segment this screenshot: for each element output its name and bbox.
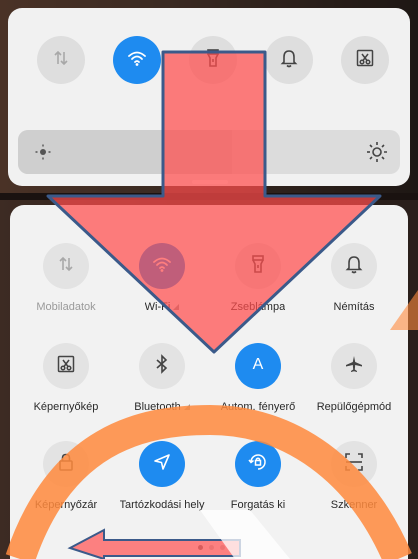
divider xyxy=(0,193,418,200)
wifi-icon xyxy=(152,255,172,278)
expand-indicator-icon xyxy=(183,404,190,410)
tile-button[interactable] xyxy=(139,441,185,487)
quick-settings-expanded: Mobiladatok Wi-Fi Zseblámpa Némítás Képernyő… xyxy=(10,205,408,559)
tile-label: Tartózkodási hely xyxy=(119,499,205,511)
tile-label: Bluetooth xyxy=(134,401,190,413)
tile-label: Autom. fényerő xyxy=(220,401,296,413)
scanner-icon xyxy=(344,452,364,477)
tile-button[interactable] xyxy=(331,343,377,389)
tile-label: Szkenner xyxy=(330,499,378,511)
tile-label: Képernyőzár xyxy=(34,499,98,511)
tile-label: Zseblámpa xyxy=(230,301,286,313)
tile-label: Képernyőkép xyxy=(33,401,99,413)
airplane-icon xyxy=(344,354,364,379)
tile-button[interactable] xyxy=(139,343,185,389)
page-dot[interactable] xyxy=(198,545,203,550)
tile-button[interactable] xyxy=(139,243,185,289)
auto-brightness-icon: A xyxy=(248,354,268,379)
tile-mobile-data[interactable]: Mobiladatok xyxy=(18,243,114,343)
tile-button[interactable] xyxy=(331,441,377,487)
tile-button[interactable] xyxy=(235,243,281,289)
drag-handle[interactable] xyxy=(192,180,228,184)
tile-label: Némítás xyxy=(333,301,375,313)
mobile-data-icon xyxy=(57,255,75,278)
lock-icon xyxy=(57,452,75,477)
tile-button[interactable]: A xyxy=(235,343,281,389)
tile-scanner[interactable]: Szkenner xyxy=(306,441,402,541)
sun-small-icon xyxy=(34,143,52,166)
tile-flashlight[interactable]: Zseblámpa xyxy=(210,243,306,343)
sun-large-icon xyxy=(366,141,388,168)
screenshot-icon xyxy=(56,354,76,379)
tile-bluetooth[interactable]: Bluetooth xyxy=(114,343,210,443)
top-tile-flashlight[interactable] xyxy=(189,36,237,84)
quick-tiles-row xyxy=(8,36,410,102)
tile-airplane[interactable]: Repülőgépmód xyxy=(306,343,402,443)
top-tile-mobile-data[interactable] xyxy=(37,36,85,84)
quick-tiles-grid: Mobiladatok Wi-Fi Zseblámpa Némítás Képernyő… xyxy=(10,205,408,559)
tile-auto-brightness[interactable]: A Autom. fényerő xyxy=(210,343,306,443)
svg-text:A: A xyxy=(253,356,264,373)
tile-button[interactable] xyxy=(43,343,89,389)
bell-icon xyxy=(280,48,298,73)
page-indicator xyxy=(198,545,225,551)
screenshot-icon xyxy=(355,48,375,73)
tile-label: Mobiladatok xyxy=(36,301,96,313)
tile-lock[interactable]: Képernyőzár xyxy=(18,441,114,541)
brightness-slider[interactable] xyxy=(18,130,400,174)
location-icon xyxy=(152,452,172,477)
tile-label: Forgatás ki xyxy=(230,499,286,511)
tile-bell[interactable]: Némítás xyxy=(306,243,402,343)
tile-button[interactable] xyxy=(43,441,89,487)
tile-screenshot[interactable]: Képernyőkép xyxy=(18,343,114,443)
tile-label: Repülőgépmód xyxy=(316,401,392,413)
tile-wifi[interactable]: Wi-Fi xyxy=(114,243,210,343)
top-tile-wifi[interactable] xyxy=(113,36,161,84)
flashlight-icon xyxy=(249,254,267,279)
tile-location[interactable]: Tartózkodási hely xyxy=(114,441,210,541)
tile-button[interactable] xyxy=(43,243,89,289)
expand-indicator-icon xyxy=(173,304,180,310)
top-tile-bell[interactable] xyxy=(265,36,313,84)
quick-settings-collapsed xyxy=(8,8,410,186)
rotation-lock-icon xyxy=(248,452,268,477)
tile-button[interactable] xyxy=(235,441,281,487)
wifi-icon xyxy=(127,49,147,72)
flashlight-icon xyxy=(204,48,222,73)
top-tile-screenshot[interactable] xyxy=(341,36,389,84)
tile-label: Wi-Fi xyxy=(145,301,180,313)
tile-button[interactable] xyxy=(331,243,377,289)
tile-rotation-lock[interactable]: Forgatás ki xyxy=(210,441,306,541)
page-dot[interactable] xyxy=(220,545,225,550)
bluetooth-icon xyxy=(154,353,170,379)
mobile-data-icon xyxy=(52,49,70,72)
bell-icon xyxy=(345,254,363,279)
page-dot[interactable] xyxy=(209,545,214,550)
